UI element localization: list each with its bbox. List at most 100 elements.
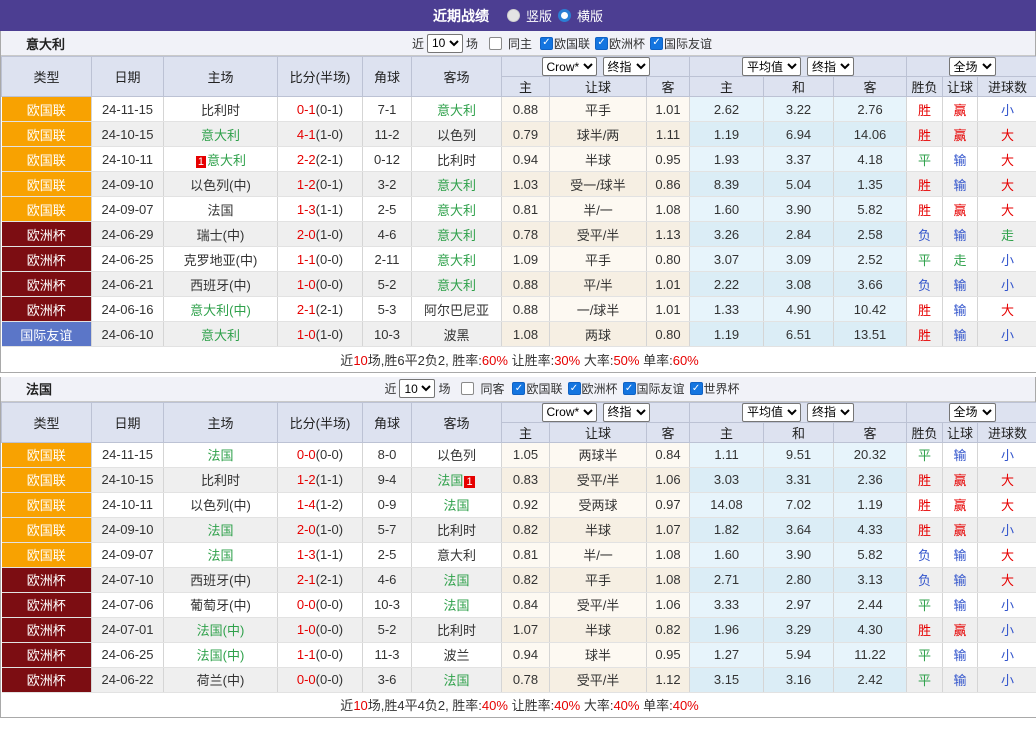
score-cell: 1-3(1-1) [278, 542, 363, 567]
match-row: 国际友谊 24-06-10 意大利 1-0(1-0) 10-3 波黑 1.08 … [2, 322, 1036, 347]
score-cell: 4-1(1-0) [278, 122, 363, 147]
home-team-name: 法国(中) [197, 623, 245, 638]
match-count-select[interactable]: 10 [427, 34, 463, 53]
horizontal-layout-radio[interactable] [558, 9, 571, 22]
crow-home-odds: 0.81 [502, 197, 550, 222]
score-cell: 2-0(1-0) [278, 222, 363, 247]
crow-away-odds: 0.80 [647, 322, 690, 347]
result-goals: 小 [978, 517, 1036, 542]
result-handicap: 赢 [943, 492, 978, 517]
avg-away-odds: 2.36 [834, 467, 907, 492]
crow-company-select[interactable]: Crow* [542, 57, 597, 76]
corner-cell: 0-12 [363, 147, 412, 172]
match-date: 24-07-10 [92, 567, 164, 592]
vertical-layout-radio[interactable] [507, 9, 520, 22]
home-team-name: 荷兰(中) [197, 673, 245, 688]
avg-company-select[interactable]: 平均值 [742, 57, 801, 76]
fulltime-scope-select[interactable]: 全场 [949, 57, 996, 76]
fulltime-scope-select[interactable]: 全场 [949, 403, 996, 422]
away-team-cell: 法国 [412, 492, 502, 517]
match-row: 欧国联 24-11-15 比利时 0-1(0-1) 7-1 意大利 0.88 平… [2, 97, 1036, 122]
league-checkbox[interactable]: ✓ [690, 382, 703, 395]
avg-home-odds: 3.33 [690, 592, 764, 617]
league-checkbox[interactable]: ✓ [595, 37, 608, 50]
col-result-wdl: 胜负 [907, 77, 943, 97]
avg-odds-time-select[interactable]: 终指 [807, 403, 854, 422]
result-goals: 小 [978, 247, 1036, 272]
home-team-cell: 西班牙(中) [164, 567, 278, 592]
result-wdl: 平 [907, 147, 943, 172]
fulltime-score: 2-0 [297, 227, 316, 242]
result-wdl: 负 [907, 567, 943, 592]
home-team-name: 法国(中) [197, 648, 245, 663]
crow-handicap-line: 球半 [550, 642, 647, 667]
avg-draw-odds: 3.08 [764, 272, 834, 297]
avg-draw-odds: 3.90 [764, 542, 834, 567]
match-count-select[interactable]: 10 [399, 379, 435, 398]
result-wdl: 胜 [907, 467, 943, 492]
avg-away-odds: 4.18 [834, 147, 907, 172]
crow-odds-time-select[interactable]: 终指 [603, 57, 650, 76]
league-checkbox[interactable]: ✓ [540, 37, 553, 50]
avg-odds-time-select[interactable]: 终指 [807, 57, 854, 76]
away-team-name: 波兰 [443, 648, 469, 663]
col-date: 日期 [92, 402, 164, 442]
league-label: 欧洲杯 [582, 380, 618, 397]
match-date: 24-10-11 [92, 492, 164, 517]
away-team-cell: 意大利 [412, 222, 502, 247]
away-team-cell: 比利时 [412, 517, 502, 542]
home-team-name: 法国 [207, 548, 233, 563]
home-team-name: 以色列(中) [190, 498, 251, 513]
crow-handicap-line: 半/一 [550, 197, 647, 222]
league-checkbox[interactable]: ✓ [650, 37, 663, 50]
avg-company-select[interactable]: 平均值 [742, 403, 801, 422]
fulltime-score: 1-0 [297, 277, 316, 292]
avg-away-odds: 2.58 [834, 222, 907, 247]
league-checkbox[interactable]: ✓ [568, 382, 581, 395]
col-type: 类型 [2, 402, 92, 442]
summary-segment: 大率: [580, 698, 613, 713]
col-result-handicap: 让球 [943, 422, 978, 442]
team-name: 意大利 [26, 34, 65, 53]
avg-home-odds: 2.71 [690, 567, 764, 592]
crow-handicap-line: 平手 [550, 97, 647, 122]
crow-company-select[interactable]: Crow* [542, 403, 597, 422]
league-checkbox[interactable]: ✓ [623, 382, 636, 395]
match-row: 欧洲杯 24-07-06 葡萄牙(中) 0-0(0-0) 10-3 法国 0.8… [2, 592, 1036, 617]
same-side-checkbox[interactable] [489, 37, 502, 50]
corner-cell: 4-6 [363, 567, 412, 592]
result-handicap: 走 [943, 247, 978, 272]
sections-container: 意大利 近 10 场 同主 ✓欧国联✓欧洲杯✓国际友谊 [0, 31, 1036, 718]
fulltime-score: 2-1 [297, 572, 316, 587]
match-date: 24-10-11 [92, 147, 164, 172]
result-goals: 小 [978, 617, 1036, 642]
away-team-name: 意大利 [437, 178, 476, 193]
col-score: 比分(半场) [278, 57, 363, 97]
fulltime-score: 1-1 [297, 252, 316, 267]
same-side-checkbox[interactable] [461, 382, 474, 395]
home-team-cell: 1意大利 [164, 147, 278, 172]
league-checkbox[interactable]: ✓ [512, 382, 525, 395]
avg-draw-odds: 3.64 [764, 517, 834, 542]
home-team-cell: 法国 [164, 197, 278, 222]
match-type-badge: 欧国联 [2, 492, 92, 517]
crow-handicap-line: 平手 [550, 567, 647, 592]
match-type-badge: 欧洲杯 [2, 272, 92, 297]
score-cell: 0-0(0-0) [278, 442, 363, 467]
home-team-name: 比利时 [201, 473, 240, 488]
away-team-cell: 波黑 [412, 322, 502, 347]
result-goals: 走 [978, 222, 1036, 247]
team-name: 法国 [26, 379, 52, 398]
same-side-label: 同客 [480, 380, 504, 397]
league-filter-item: ✓欧国联 [535, 35, 590, 52]
halftime-score: (2-1) [316, 302, 343, 317]
crow-odds-time-select[interactable]: 终指 [603, 403, 650, 422]
result-goals: 大 [978, 492, 1036, 517]
result-wdl: 平 [907, 667, 943, 692]
halftime-score: (0-0) [316, 672, 343, 687]
corner-cell: 5-7 [363, 517, 412, 542]
crow-away-odds: 1.13 [647, 222, 690, 247]
crow-handicap-line: 平手 [550, 247, 647, 272]
crow-away-odds: 0.97 [647, 492, 690, 517]
result-goals: 大 [978, 297, 1036, 322]
